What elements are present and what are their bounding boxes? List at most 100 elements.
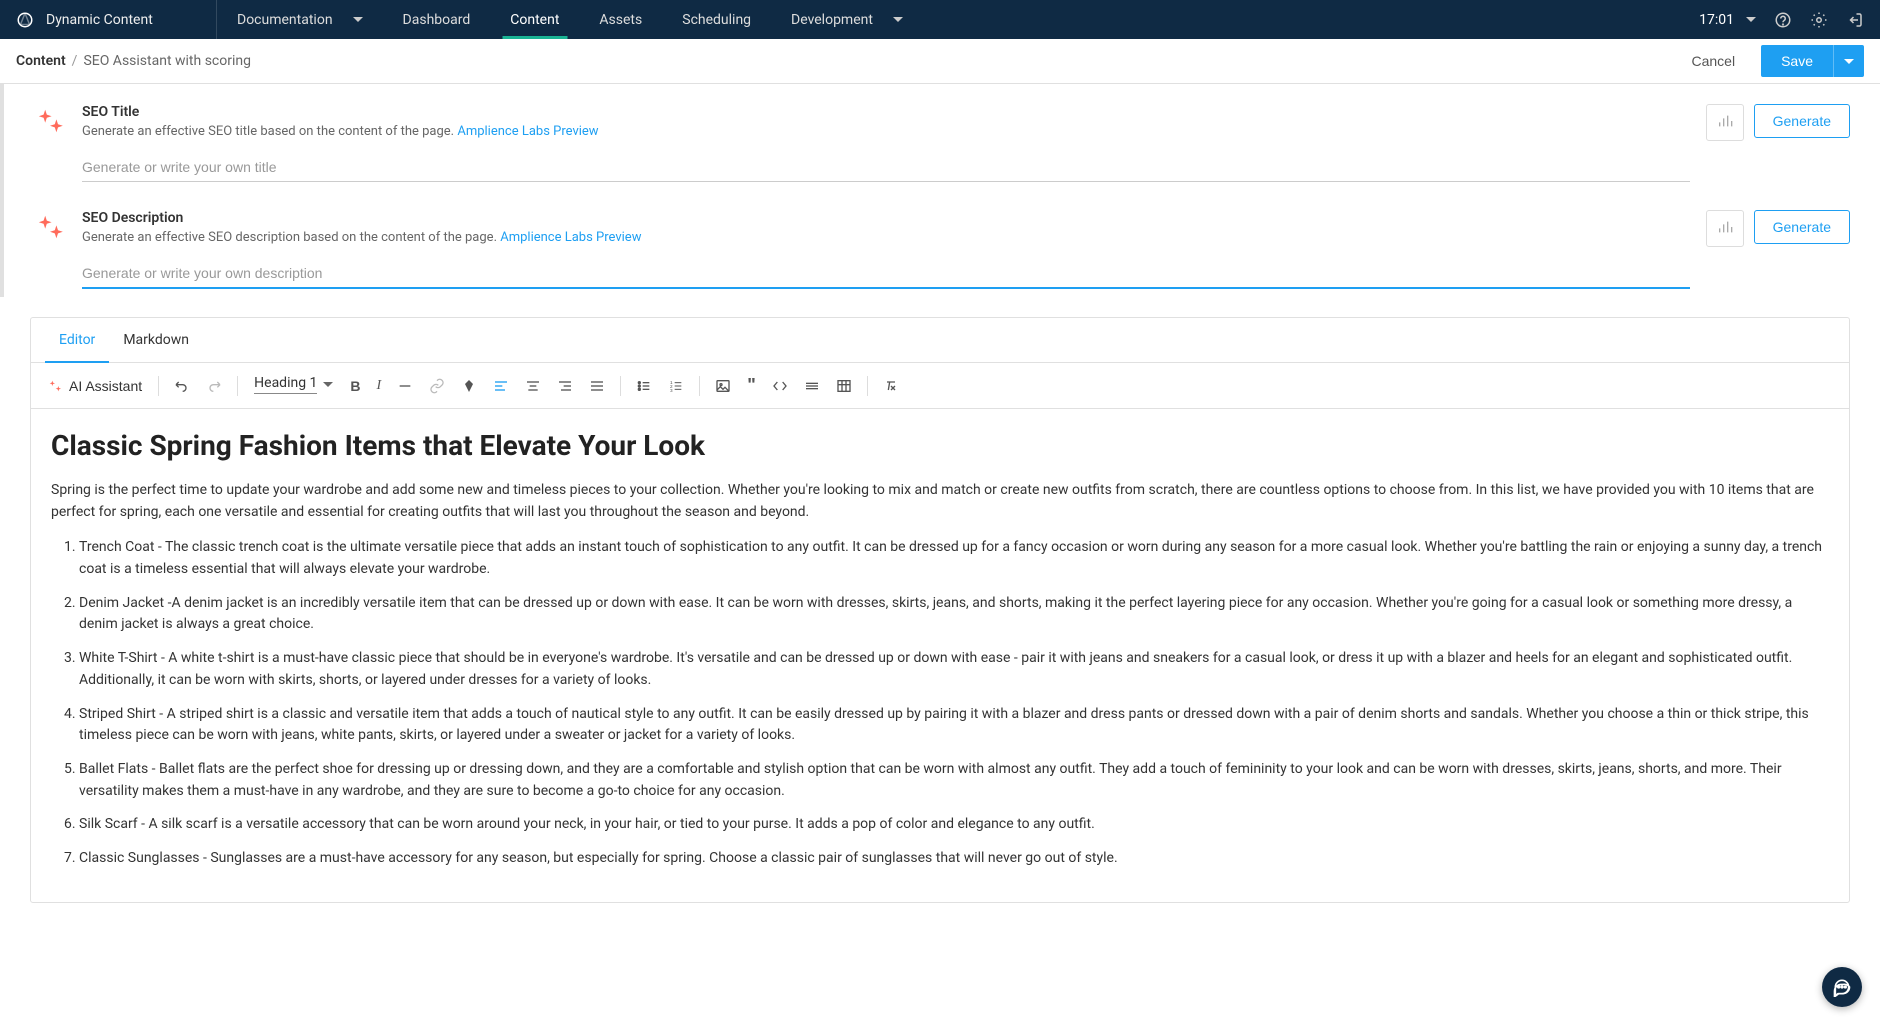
list-item: Trench Coat - The classic trench coat is… (79, 537, 1829, 580)
list-item: Ballet Flats - Ballet flats are the perf… (79, 759, 1829, 802)
editor-tabs: Editor Markdown (31, 318, 1849, 363)
logo-area: Dynamic Content (0, 0, 217, 39)
italic-icon: I (377, 378, 382, 394)
seo-description-stats-button[interactable] (1706, 210, 1744, 247)
chevron-down-icon (1844, 59, 1854, 64)
chevron-down-icon (323, 382, 333, 387)
toolbar-separator (158, 376, 159, 396)
anchor-button[interactable] (454, 372, 484, 400)
seo-title-preview-link[interactable]: Amplience Labs Preview (457, 124, 598, 139)
heading-select[interactable]: Heading 1 (246, 371, 341, 400)
breadcrumb-separator: / (72, 53, 78, 69)
seo-title-label: SEO Title (82, 104, 1690, 120)
time-display[interactable]: 17:01 (1699, 12, 1756, 28)
seo-description-section: SEO Description Generate an effective SE… (0, 190, 1880, 297)
sparkle-icon (34, 210, 66, 244)
list-item: Silk Scarf - A silk scarf is a versatile… (79, 814, 1829, 836)
breadcrumb-bar: Content / SEO Assistant with scoring Can… (0, 39, 1880, 84)
logout-icon[interactable] (1846, 11, 1864, 29)
tab-editor[interactable]: Editor (45, 318, 109, 362)
editor-toolbar: AI Assistant Heading 1 B I (31, 363, 1849, 409)
bar-chart-icon (1717, 219, 1733, 235)
nav-right: 17:01 (1699, 11, 1880, 29)
content-heading: Classic Spring Fashion Items that Elevat… (51, 429, 1829, 462)
bullet-list-button[interactable] (629, 372, 659, 400)
save-dropdown-button[interactable] (1833, 45, 1864, 77)
editor-section: Editor Markdown AI Assistant Heading 1 B… (0, 297, 1880, 923)
seo-title-input[interactable] (82, 153, 1690, 182)
app-title: Dynamic Content (46, 12, 153, 28)
tab-markdown[interactable]: Markdown (109, 318, 203, 362)
help-icon[interactable] (1774, 11, 1792, 29)
nav-scheduling[interactable]: Scheduling (662, 0, 771, 39)
toolbar-separator (620, 376, 621, 396)
hr-button[interactable] (390, 372, 420, 400)
seo-description-label: SEO Description (82, 210, 1690, 226)
nav-dashboard[interactable]: Dashboard (383, 0, 491, 39)
nav-content[interactable]: Content (490, 0, 579, 39)
divider-icon (804, 378, 820, 394)
list-item: Striped Shirt - A striped shirt is a cla… (79, 704, 1829, 747)
settings-icon[interactable] (1810, 11, 1828, 29)
undo-icon (174, 378, 190, 394)
nav-assets[interactable]: Assets (579, 0, 662, 39)
breadcrumb-current: SEO Assistant with scoring (83, 53, 251, 69)
save-button[interactable]: Save (1761, 45, 1833, 77)
editor-content-area[interactable]: Classic Spring Fashion Items that Elevat… (31, 409, 1849, 902)
bar-chart-icon (1717, 113, 1733, 129)
main-nav: Documentation Dashboard Content Assets S… (217, 0, 1699, 39)
seo-title-generate-button[interactable]: Generate (1754, 104, 1850, 138)
page-body: SEO Title Generate an effective SEO titl… (0, 84, 1880, 1025)
bold-icon: B (350, 378, 360, 394)
seo-title-stats-button[interactable] (1706, 104, 1744, 141)
sparkle-icon (34, 104, 66, 138)
align-center-button[interactable] (518, 372, 548, 400)
ai-assistant-button[interactable]: AI Assistant (39, 374, 150, 398)
align-left-icon (493, 378, 509, 394)
align-center-icon (525, 378, 541, 394)
clear-format-button[interactable] (876, 372, 906, 400)
image-button[interactable] (708, 372, 738, 400)
align-left-button[interactable] (486, 372, 516, 400)
svg-text:3: 3 (670, 388, 673, 393)
redo-button[interactable] (199, 372, 229, 400)
number-list-button[interactable]: 123 (661, 372, 691, 400)
horizontal-rule-icon (397, 378, 413, 394)
toolbar-separator (699, 376, 700, 396)
save-button-group: Save (1761, 45, 1864, 77)
table-button[interactable] (829, 372, 859, 400)
align-justify-button[interactable] (582, 372, 612, 400)
divider-button[interactable] (797, 372, 827, 400)
chat-bubble-button[interactable] (1822, 967, 1862, 1007)
code-button[interactable] (765, 372, 795, 400)
italic-button[interactable]: I (370, 372, 389, 400)
align-justify-icon (589, 378, 605, 394)
image-icon (715, 378, 731, 394)
undo-button[interactable] (167, 372, 197, 400)
clear-format-icon (883, 378, 899, 394)
bold-button[interactable]: B (343, 372, 367, 400)
nav-documentation[interactable]: Documentation (217, 0, 383, 39)
toolbar-separator (237, 376, 238, 396)
diamond-icon (461, 378, 477, 394)
chevron-down-icon (893, 17, 903, 22)
align-right-button[interactable] (550, 372, 580, 400)
cancel-button[interactable]: Cancel (1677, 45, 1749, 77)
action-buttons: Cancel Save (1677, 45, 1864, 77)
list-item: Classic Sunglasses - Sunglasses are a mu… (79, 848, 1829, 870)
code-icon (772, 378, 788, 394)
seo-title-section: SEO Title Generate an effective SEO titl… (0, 84, 1880, 190)
bullet-list-icon (636, 378, 652, 394)
content-list: Trench Coat - The classic trench coat is… (51, 537, 1829, 869)
link-button[interactable] (422, 372, 452, 400)
chevron-down-icon (1746, 17, 1756, 22)
quote-button[interactable]: " (740, 369, 763, 402)
seo-description-input[interactable] (82, 259, 1690, 289)
toolbar-separator (867, 376, 868, 396)
seo-description-generate-button[interactable]: Generate (1754, 210, 1850, 244)
editor-box: Editor Markdown AI Assistant Heading 1 B… (30, 317, 1850, 903)
seo-description-preview-link[interactable]: Amplience Labs Preview (500, 230, 641, 245)
nav-development[interactable]: Development (771, 0, 923, 39)
breadcrumb-root[interactable]: Content (16, 53, 66, 69)
chat-icon (1832, 977, 1852, 997)
